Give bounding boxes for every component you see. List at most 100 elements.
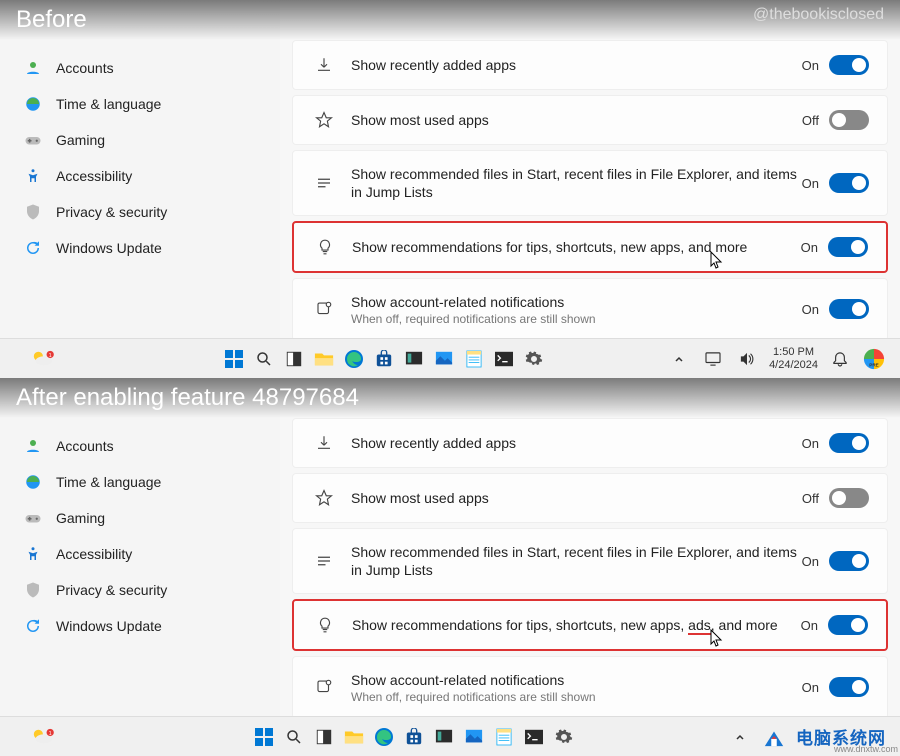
taskbar-left: 1 [0,725,100,749]
explorer-icon[interactable] [342,725,366,749]
settings-main: Show recently added apps On Show most us… [280,378,900,756]
pre-icon[interactable]: PRE [862,347,886,371]
cmd-icon[interactable] [492,347,516,371]
sidebar-item-accounts[interactable]: Accounts [10,428,270,464]
setting-text: Show recommendations for tips, shortcuts… [352,238,801,256]
setting-card[interactable]: Show most used apps Off [292,95,888,145]
sidebar-item-label: Gaming [56,510,105,526]
gear-icon[interactable] [522,347,546,371]
update-icon [24,239,42,257]
sidebar: Accounts Time & language Gaming Accessib… [0,378,280,756]
taskbar[interactable]: 1 1:50 PM 4/24/2024 PRE [0,338,900,378]
sidebar-item-gaming[interactable]: Gaming [10,500,270,536]
search-icon[interactable] [252,347,276,371]
setting-text: Show account-related notifications When … [351,671,802,703]
after-label: After enabling feature 48797684 [16,384,359,412]
weather-icon[interactable]: 1 [30,347,54,371]
sidebar-item-update[interactable]: Windows Update [10,230,270,266]
setting-title: Show recently added apps [351,434,802,452]
setting-title: Show account-related notifications [351,293,802,311]
gaming-icon [24,509,42,527]
privacy-icon [24,581,42,599]
clock-date: 4/24/2024 [769,359,818,371]
sidebar-item-accessibility[interactable]: Accessibility [10,536,270,572]
search-icon[interactable] [282,725,306,749]
store-icon[interactable] [372,347,396,371]
sidebar-item-privacy[interactable]: Privacy & security [10,572,270,608]
setting-card[interactable]: Show recently added apps On [292,418,888,468]
note-icon[interactable] [492,725,516,749]
svg-text:PRE: PRE [869,362,878,367]
bell-icon[interactable] [828,347,852,371]
sidebar-item-time[interactable]: Time & language [10,464,270,500]
edge-icon[interactable] [342,347,366,371]
time-icon [24,95,42,113]
setting-text: Show recently added apps [351,56,802,74]
toggle-switch[interactable] [829,55,869,75]
monitor-icon[interactable] [701,347,725,371]
setting-card[interactable]: Show most used apps Off [292,473,888,523]
pic-icon[interactable] [462,725,486,749]
cmd-icon[interactable] [522,725,546,749]
toggle-state-label: Off [802,491,819,506]
toggle-switch[interactable] [829,433,869,453]
sidebar-item-update[interactable]: Windows Update [10,608,270,644]
tray-chevron-icon[interactable] [728,725,752,749]
setting-subtitle: When off, required notifications are sti… [351,690,802,704]
setting-card[interactable]: Show recommendations for tips, shortcuts… [292,599,888,651]
toggle-switch[interactable] [829,299,869,319]
gear-icon[interactable] [552,725,576,749]
square-icon [311,300,337,318]
task-icon[interactable] [312,725,336,749]
bulb-icon [312,238,338,256]
toggle-state-label: On [802,436,819,451]
tray-chevron-icon[interactable] [667,347,691,371]
taskbar[interactable]: 1 电脑系统网 [0,716,900,756]
toggle-switch[interactable] [828,237,868,257]
edge-icon[interactable] [372,725,396,749]
clock[interactable]: 1:50 PM 4/24/2024 [769,346,818,370]
task-icon[interactable] [282,347,306,371]
sidebar-item-label: Time & language [56,474,161,490]
accounts-icon [24,437,42,455]
pic-icon[interactable] [432,347,456,371]
note-icon[interactable] [462,347,486,371]
toggle-state-label: On [802,554,819,569]
setting-title: Show recommended files in Start, recent … [351,165,802,201]
setting-card[interactable]: Show recommendations for tips, shortcuts… [292,221,888,273]
sidebar-item-label: Accessibility [56,168,132,184]
time-icon [24,473,42,491]
weather-icon[interactable]: 1 [30,725,54,749]
sidebar-item-label: Privacy & security [56,204,167,220]
sidebar-item-label: Time & language [56,96,161,112]
sidebar-item-time[interactable]: Time & language [10,86,270,122]
dark1-icon[interactable] [432,725,456,749]
setting-card[interactable]: Show recommended files in Start, recent … [292,528,888,594]
start-icon[interactable] [222,347,246,371]
setting-title: Show account-related notifications [351,671,802,689]
sidebar-item-accounts[interactable]: Accounts [10,50,270,86]
toggle-state-label: On [802,58,819,73]
setting-card[interactable]: Show recommended files in Start, recent … [292,150,888,216]
toggle-switch[interactable] [829,110,869,130]
start-icon[interactable] [252,725,276,749]
sidebar-item-privacy[interactable]: Privacy & security [10,194,270,230]
store-icon[interactable] [402,725,426,749]
toggle-switch[interactable] [829,551,869,571]
toggle-switch[interactable] [829,173,869,193]
handle: @thebookisclosed [753,6,884,24]
settings-window-after: Accounts Time & language Gaming Accessib… [0,378,900,756]
explorer-icon[interactable] [312,347,336,371]
dark1-icon[interactable] [402,347,426,371]
gaming-icon [24,131,42,149]
volume-icon[interactable] [735,347,759,371]
toggle-switch[interactable] [829,488,869,508]
setting-card[interactable]: Show account-related notifications When … [292,656,888,718]
setting-card[interactable]: Show account-related notifications When … [292,278,888,340]
sidebar-item-gaming[interactable]: Gaming [10,122,270,158]
setting-card[interactable]: Show recently added apps On [292,40,888,90]
setting-text: Show recently added apps [351,434,802,452]
toggle-switch[interactable] [829,677,869,697]
sidebar-item-accessibility[interactable]: Accessibility [10,158,270,194]
toggle-switch[interactable] [828,615,868,635]
